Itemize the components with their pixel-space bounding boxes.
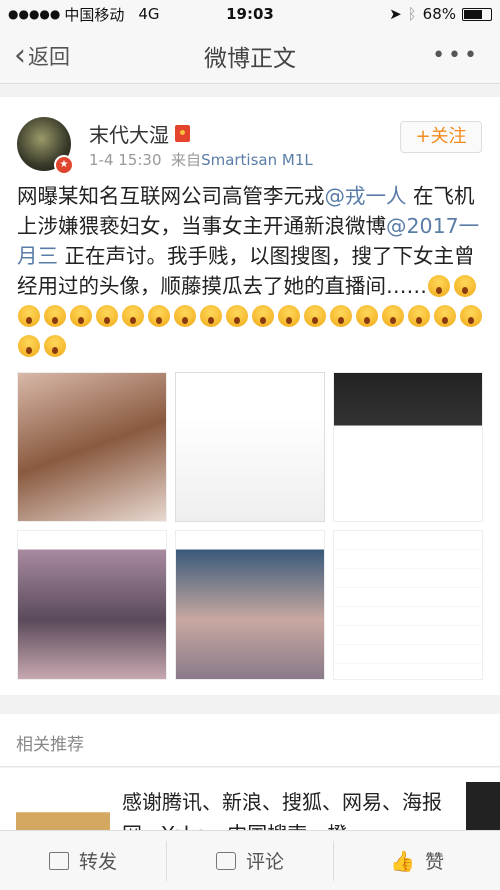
mention-link[interactable]: @戎一人 xyxy=(325,184,407,208)
post-image[interactable] xyxy=(17,530,167,680)
surprised-face-emoji xyxy=(408,305,430,327)
back-button[interactable]: ‹ 返回 xyxy=(0,37,70,73)
page-title: 微博正文 xyxy=(204,45,296,72)
status-bar: ●●●●● 中国移动 4G 19:03 ➤ ᛒ 68% xyxy=(0,0,500,28)
surprised-face-emoji xyxy=(434,305,456,327)
surprised-face-emoji xyxy=(44,305,66,327)
text-segment: 正在声讨。我手贱，以图搜图，搜了下女主曾经用过的头像，顺藤摸瓜去了她的直播间…… xyxy=(17,244,475,298)
surprised-face-emoji xyxy=(252,305,274,327)
source-prefix: 来自 xyxy=(171,151,202,169)
post-card: ★ 末代大湿 1-4 15:30 来自Smartisan M1L +关注 网曝某… xyxy=(0,97,500,695)
related-thumbnail xyxy=(16,782,110,832)
surprised-face-emoji xyxy=(18,335,40,357)
comment-label: 评论 xyxy=(245,851,284,873)
comment-icon xyxy=(215,851,236,870)
post-image[interactable] xyxy=(17,372,167,522)
chevron-left-icon: ‹ xyxy=(14,37,26,73)
surprised-face-emoji xyxy=(200,305,222,327)
surprised-face-emoji xyxy=(174,305,196,327)
surprised-face-emoji xyxy=(148,305,170,327)
clock: 19:03 xyxy=(226,5,274,23)
repost-button[interactable]: 转发 xyxy=(0,841,166,881)
red-packet-icon xyxy=(175,125,190,142)
related-side-image xyxy=(466,782,500,832)
surprised-face-emoji xyxy=(96,305,118,327)
repost-label: 转发 xyxy=(78,851,117,873)
surprised-face-emoji xyxy=(454,275,476,297)
related-item[interactable]: 感谢腾讯、新浪、搜狐、网易、海报网、Yoka、中国搜索、橙 xyxy=(0,768,500,838)
surprised-face-emoji xyxy=(122,305,144,327)
surprised-face-emoji xyxy=(382,305,404,327)
action-toolbar: 转发 评论 👍 赞 xyxy=(0,830,500,890)
post-text: 网曝某知名互联网公司高管李元戎@戎一人 在飞机上涉嫌猥亵妇女，当事女主开通新浪微… xyxy=(17,181,486,361)
surprised-face-emoji xyxy=(304,305,326,327)
post-meta: 1-4 15:30 来自Smartisan M1L xyxy=(89,149,313,170)
post-time: 1-4 15:30 xyxy=(89,151,162,169)
post-image[interactable] xyxy=(175,372,325,522)
image-grid xyxy=(17,372,483,680)
username[interactable]: 末代大湿 xyxy=(89,119,169,148)
text-segment: 网曝某知名互联网公司高管李元戎 xyxy=(17,184,325,208)
like-label: 赞 xyxy=(424,851,444,873)
surprised-face-emoji xyxy=(330,305,352,327)
comment-button[interactable]: 评论 xyxy=(166,840,333,881)
surprised-face-emoji xyxy=(18,305,40,327)
follow-button[interactable]: +关注 xyxy=(400,121,482,153)
repost-icon xyxy=(48,851,69,870)
more-button[interactable]: ••• xyxy=(432,43,500,68)
post-source[interactable]: Smartisan M1L xyxy=(201,151,313,169)
post-image[interactable] xyxy=(333,530,483,680)
surprised-face-emoji xyxy=(226,305,248,327)
nav-bar: ‹ 返回 微博正文 ••• xyxy=(0,28,500,84)
surprised-face-emoji xyxy=(428,275,450,297)
surprised-face-emoji xyxy=(460,305,482,327)
thumbs-up-icon: 👍 xyxy=(390,848,415,873)
verified-badge-icon: ★ xyxy=(54,155,74,175)
back-label: 返回 xyxy=(28,44,70,69)
post-image[interactable] xyxy=(175,530,325,680)
surprised-face-emoji xyxy=(278,305,300,327)
like-button[interactable]: 👍 赞 xyxy=(333,840,500,881)
surprised-face-emoji xyxy=(44,335,66,357)
related-header: 相关推荐 xyxy=(0,714,500,767)
surprised-face-emoji xyxy=(70,305,92,327)
surprised-face-emoji xyxy=(356,305,378,327)
post-image[interactable] xyxy=(333,372,483,522)
